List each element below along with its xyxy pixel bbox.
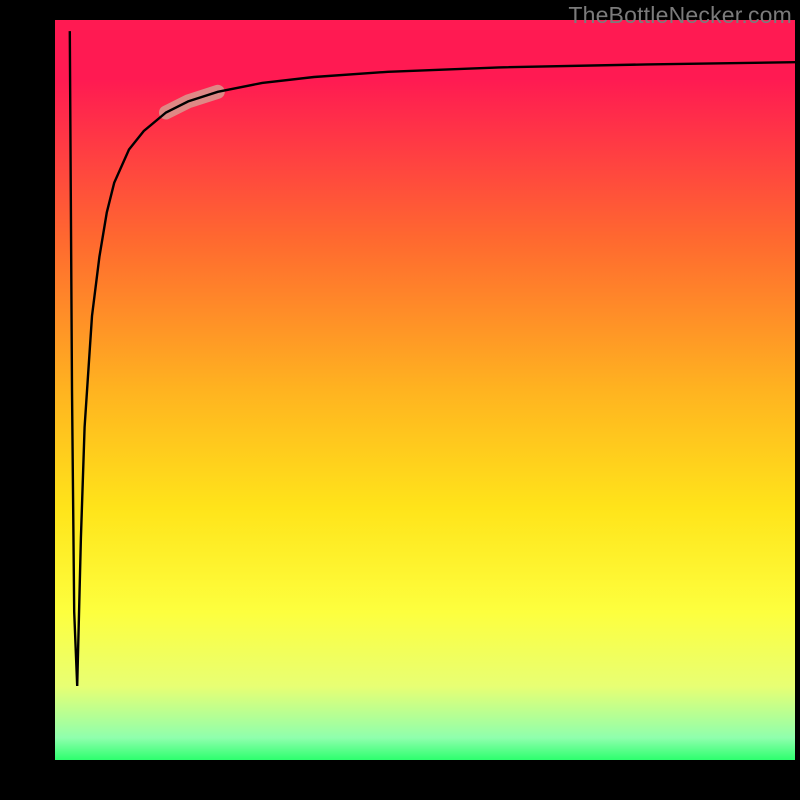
chart-frame: TheBottleNecker.com [0, 0, 800, 800]
attribution-text: TheBottleNecker.com [568, 2, 792, 29]
plot-area [55, 20, 795, 760]
curve-layer [55, 20, 795, 760]
bottleneck-curve [70, 31, 795, 686]
